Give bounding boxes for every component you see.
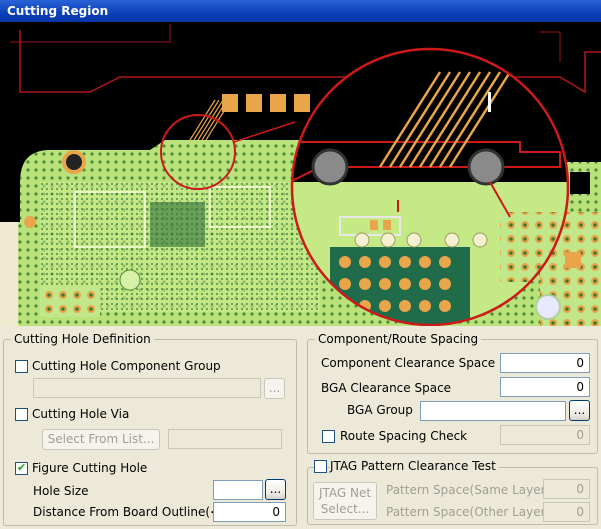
bga-group-label: BGA Group bbox=[347, 403, 413, 417]
bga-clearance-label: BGA Clearance Space bbox=[321, 381, 452, 395]
jtag-net-select-button[interactable]: JTAG Net Select... bbox=[313, 482, 377, 520]
bga-group-input[interactable] bbox=[420, 401, 566, 421]
jtag-legend: JTAG Pattern Clearance Test bbox=[330, 459, 499, 473]
component-clearance-input[interactable]: 0 bbox=[500, 353, 590, 373]
figure-cutting-hole-checkbox[interactable] bbox=[15, 461, 28, 475]
same-layer-input[interactable]: 0 bbox=[543, 479, 590, 499]
hole-size-label: Hole Size bbox=[33, 484, 89, 498]
bga-group-browse-button[interactable]: ... bbox=[569, 400, 590, 421]
distance-label: Distance From Board Outline(<) bbox=[33, 505, 225, 519]
hole-size-browse-button[interactable]: ... bbox=[265, 479, 286, 500]
route-spacing-checkbox[interactable] bbox=[322, 430, 335, 443]
jtag-button-line1: JTAG Net bbox=[318, 486, 372, 500]
component-group-checkbox[interactable] bbox=[15, 360, 28, 373]
jtag-button-line2: Select... bbox=[320, 502, 370, 516]
other-layer-label: Pattern Space(Other Layer) bbox=[386, 505, 551, 519]
cutting-hole-legend: Cutting Hole Definition bbox=[11, 332, 154, 346]
bga-clearance-input[interactable]: 0 bbox=[500, 377, 590, 397]
same-layer-label: Pattern Space(Same Layer) bbox=[386, 483, 551, 497]
component-group-input[interactable] bbox=[33, 378, 261, 398]
hole-size-input[interactable] bbox=[213, 480, 263, 500]
cutting-hole-via-input[interactable] bbox=[168, 429, 282, 449]
pcb-preview bbox=[0, 22, 601, 326]
jtag-checkbox[interactable] bbox=[314, 460, 327, 473]
settings-panel: Cutting Hole Definition Cutting Hole Com… bbox=[0, 326, 601, 529]
component-group-label: Cutting Hole Component Group bbox=[32, 359, 221, 373]
figure-cutting-hole-label: Figure Cutting Hole bbox=[32, 461, 148, 475]
select-from-list-button[interactable]: Select From List... bbox=[42, 429, 160, 450]
distance-input[interactable]: 0 bbox=[213, 502, 286, 522]
spacing-legend: Component/Route Spacing bbox=[315, 332, 482, 346]
cutting-hole-via-label: Cutting Hole Via bbox=[32, 407, 130, 421]
other-layer-input[interactable]: 0 bbox=[543, 502, 590, 522]
route-spacing-label: Route Spacing Check bbox=[340, 429, 468, 443]
window-title: Cutting Region bbox=[0, 0, 601, 22]
route-spacing-input[interactable]: 0 bbox=[500, 425, 590, 445]
component-group-browse-button[interactable]: ... bbox=[264, 378, 285, 399]
cutting-hole-via-checkbox[interactable] bbox=[15, 408, 28, 421]
component-clearance-label: Component Clearance Space bbox=[321, 356, 496, 370]
